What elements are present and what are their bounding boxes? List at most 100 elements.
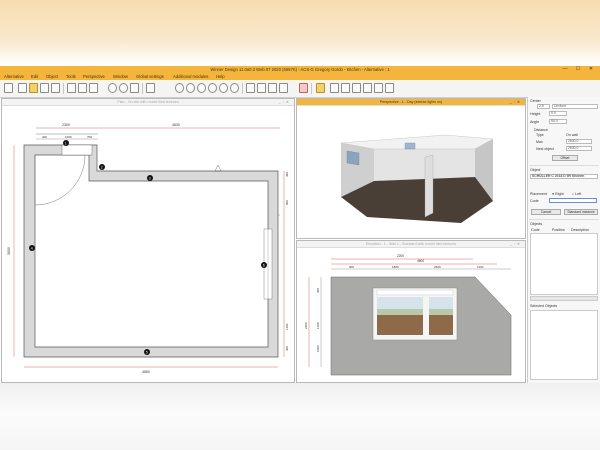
objects-list[interactable] <box>530 233 598 295</box>
wall-tool-icon[interactable] <box>330 83 339 93</box>
max-input[interactable]: 2600.0 <box>566 139 592 144</box>
snap-icon[interactable] <box>363 83 372 93</box>
menu-bar: Alternative Edit Object Tools Perspectiv… <box>0 73 600 80</box>
pan-icon[interactable] <box>230 83 239 93</box>
placement-right-radio[interactable]: ● Right <box>552 192 564 196</box>
select-pointer-icon[interactable] <box>316 83 325 93</box>
dim-right-mid: 800 <box>285 200 289 205</box>
type-label: Type <box>536 133 544 137</box>
dim-seg2: 1000 <box>65 135 72 139</box>
max-label: Max <box>536 140 543 144</box>
center-label: Center <box>530 99 541 103</box>
dim-top-total: 4630 <box>172 123 180 127</box>
camera-icon[interactable] <box>257 83 266 93</box>
properties-panel: Center 2.5 On floor Height 0.0 Angle 90.… <box>527 97 600 383</box>
center-select[interactable]: On floor <box>552 104 598 109</box>
dim-bottom: 4560 <box>142 370 150 374</box>
elev-dim-seg-d: 1100 <box>477 265 484 269</box>
zoom-window-icon[interactable] <box>208 83 217 93</box>
offset-button[interactable]: Offset <box>552 155 578 161</box>
perspective-view-icon[interactable] <box>29 83 38 93</box>
copy-icon[interactable] <box>89 83 98 93</box>
zoom-all-icon[interactable] <box>219 83 228 93</box>
code-input[interactable] <box>549 198 597 203</box>
new-icon[interactable] <box>4 83 13 93</box>
close-button[interactable]: ✕ <box>586 66 596 73</box>
type-value: On wall <box>566 133 578 137</box>
material-icon[interactable] <box>279 83 288 93</box>
menu-alternative[interactable]: Alternative <box>4 73 24 80</box>
next-object-input[interactable]: 2600.0 <box>566 146 592 151</box>
zoom-fit-icon[interactable] <box>197 83 206 93</box>
svg-text:4: 4 <box>31 246 33 250</box>
elevation-panel[interactable]: Elevation - 1 - Wall 1 - Standard with m… <box>296 240 526 383</box>
objects-scrollbar[interactable] <box>530 296 598 301</box>
menu-object[interactable]: Object <box>46 73 58 80</box>
placement-left-radio[interactable]: ○ Left <box>572 192 581 196</box>
col-description: Description <box>571 228 589 232</box>
col-code: Code <box>531 228 540 232</box>
svg-text:2: 2 <box>101 165 103 169</box>
plan-view-icon[interactable] <box>18 83 27 93</box>
grid-icon[interactable] <box>352 83 361 93</box>
pdf-icon[interactable] <box>299 83 308 93</box>
light-fixture <box>214 164 222 172</box>
dim-seg3: 700 <box>87 135 92 139</box>
delete-icon[interactable] <box>130 83 139 93</box>
wall-marker-5: 5 <box>144 349 150 355</box>
menu-edit[interactable]: Edit <box>31 73 38 80</box>
perspective-render[interactable] <box>297 105 525 238</box>
dim-right-low: 1100 <box>285 323 289 330</box>
print-icon[interactable] <box>78 83 87 93</box>
light-icon[interactable] <box>268 83 277 93</box>
elev-dim-left-b: 1300 <box>316 322 320 329</box>
cancel-button[interactable]: Cancel <box>531 209 561 215</box>
standard-instance-button[interactable]: Standard instance <box>564 209 598 215</box>
menu-global-settings[interactable]: Global settings <box>136 73 164 80</box>
angle-input[interactable]: 90.0 <box>549 119 567 124</box>
code-label: Code <box>530 199 539 203</box>
elevation-view-icon[interactable] <box>40 83 49 93</box>
save-icon[interactable] <box>67 83 76 93</box>
plan-panel[interactable]: Plan - On site with model tiled textures… <box>1 98 295 383</box>
menu-additional-modules[interactable]: Additional modules <box>173 73 208 80</box>
svg-text:3: 3 <box>149 176 151 180</box>
menu-help[interactable]: Help <box>216 73 225 80</box>
center-input[interactable]: 2.5 <box>537 104 550 109</box>
elev-dim-left-c: 1000 <box>316 345 320 352</box>
undo-icon[interactable] <box>108 83 117 93</box>
floor-plan-drawing[interactable]: 2300 4630 400 1000 700 3600 4560 480 800… <box>2 105 294 383</box>
wall-marker-3: 3 <box>147 175 153 181</box>
zoom-out-icon[interactable] <box>186 83 195 93</box>
elevation-drawing[interactable]: 2200 4600 900 1800 2600 1100 2400 400 13… <box>297 247 525 382</box>
selected-objects-list[interactable] <box>530 310 598 380</box>
dim-right-bot: 400 <box>285 346 289 351</box>
object-select[interactable]: SCHÜLLER C 2018 D 5R Kitchen <box>530 174 598 179</box>
angle-label: Angle <box>530 120 540 124</box>
selected-objects-label: Selected Objects <box>530 304 558 308</box>
elev-dim-left-total: 2400 <box>304 322 308 329</box>
distribute-icon[interactable] <box>385 83 394 93</box>
cut-icon[interactable] <box>146 83 155 93</box>
menu-window[interactable]: Window <box>113 73 128 80</box>
placement-label: Placement <box>530 192 547 196</box>
redo-icon[interactable] <box>119 83 128 93</box>
perspective-panel[interactable]: Perspective - 1 - Day (interior lights o… <box>296 98 526 239</box>
zoom-in-icon[interactable] <box>175 83 184 93</box>
objects-label: Objects <box>530 222 543 226</box>
minimize-button[interactable]: — <box>560 66 570 73</box>
back-wall <box>374 149 475 181</box>
layout-icon[interactable] <box>51 83 60 93</box>
render-icon[interactable] <box>246 83 255 93</box>
svg-text:1: 1 <box>65 141 67 145</box>
align-icon[interactable] <box>374 83 383 93</box>
height-input[interactable]: 0.0 <box>549 111 567 116</box>
measure-icon[interactable] <box>341 83 350 93</box>
dim-seg1: 400 <box>42 135 47 139</box>
elev-dim-seg-a: 900 <box>349 265 354 269</box>
elev-dim-left-a: 400 <box>316 288 320 293</box>
menu-perspective[interactable]: Perspective <box>83 73 105 80</box>
maximize-button[interactable]: ☐ <box>573 66 583 73</box>
menu-tools[interactable]: Tools <box>66 73 76 80</box>
next-object-label: Next object <box>536 147 554 151</box>
